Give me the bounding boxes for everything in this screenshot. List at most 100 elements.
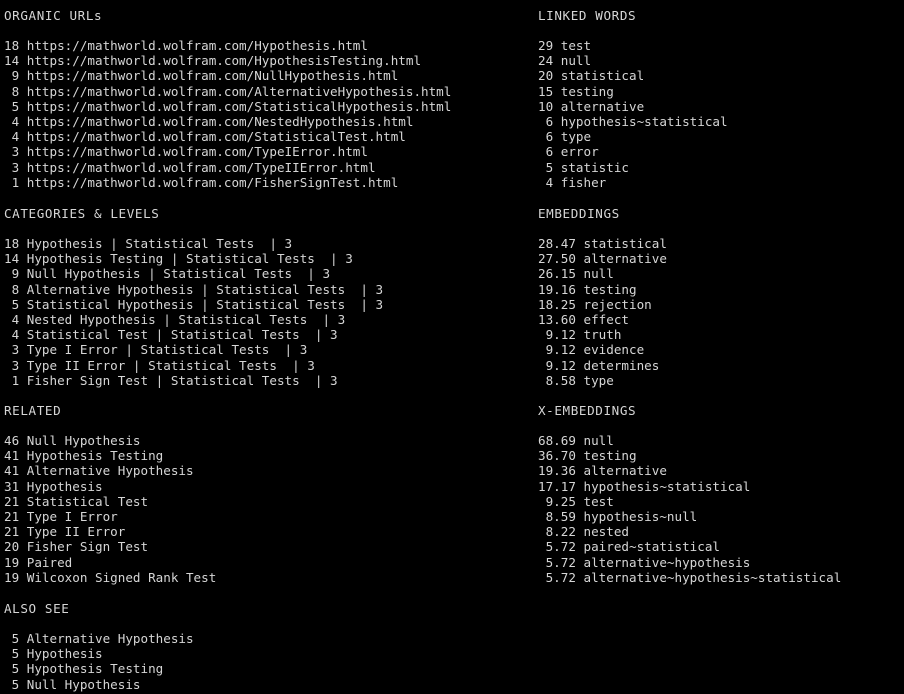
entry-count: 36.70 [538, 448, 576, 464]
entry-count: 5 [4, 661, 20, 677]
entry-count: 4 [4, 327, 20, 343]
list-item: 68.69 null [538, 433, 841, 448]
entry-count: 68.69 [538, 433, 576, 448]
entry-count: 27.50 [538, 251, 576, 267]
entry-label: Type I Error [19, 508, 118, 524]
entry-count: 41 [4, 463, 20, 479]
entry-label: hypothesis~null [575, 508, 698, 524]
list-item: 3 Type I Error | Statistical Tests | 3 [4, 342, 383, 357]
entry-count: 6 [538, 144, 554, 160]
entry-count: 29 [538, 38, 554, 53]
entry-label: testing [553, 83, 614, 99]
list-item: 6 hypothesis~statistical [538, 114, 728, 129]
list-item: 10 alternative [538, 99, 728, 114]
entry-label: https://mathworld.wolfram.com/FisherSign… [19, 174, 399, 190]
entry-label: Alternative Hypothesis [19, 631, 194, 646]
list-item: 27.50 alternative [538, 251, 667, 266]
list-item: 14 https://mathworld.wolfram.com/Hypothe… [4, 53, 451, 68]
entry-count: 5 [538, 159, 554, 175]
entry-label: testing [575, 448, 637, 464]
entry-label: testing [575, 281, 637, 297]
entry-label: https://mathworld.wolfram.com/TypeIError… [19, 144, 368, 160]
entry-label: determines [575, 357, 660, 373]
entry-label: Paired [19, 554, 73, 570]
entry-count: 13.60 [538, 311, 576, 327]
list-item: 18 Hypothesis | Statistical Tests | 3 [4, 236, 383, 251]
entry-count: 21 [4, 508, 20, 524]
list-item: 4 Nested Hypothesis | Statistical Tests … [4, 312, 383, 327]
list-item: 9.25 test [538, 494, 841, 509]
section-title-related: RELATED [4, 403, 62, 418]
embeddings-list: 28.47 statistical 27.50 alternative 26.15 … [538, 236, 667, 388]
entry-count: 5.72 [538, 554, 576, 570]
section-title-also-see: ALSO SEE [4, 601, 70, 616]
entry-label: Hypothesis Testing [19, 661, 164, 677]
entry-label: Hypothesis Testing [19, 448, 164, 464]
entry-count: 21 [4, 493, 20, 509]
list-item: 5 Null Hypothesis [4, 677, 194, 692]
list-item: 5.72 alternative~hypothesis~statistical [538, 570, 842, 585]
entry-count: 8 [4, 281, 20, 297]
entry-count: 3 [4, 342, 20, 358]
list-item: 19.16 testing [538, 282, 667, 297]
list-item: 36.70 testing [538, 448, 841, 463]
entry-count: 5 [4, 676, 20, 692]
entry-label: Alternative Hypothesis | Statistical Tes… [19, 281, 384, 297]
entry-count: 20 [4, 539, 20, 555]
section-related: RELATED 46 Null Hypothesis 41 Hypothesis … [4, 403, 216, 585]
entry-count: 46 [4, 433, 20, 448]
list-item: 8.59 hypothesis~null [538, 509, 841, 524]
list-item: 4 Statistical Test | Statistical Tests |… [4, 327, 383, 342]
entry-count: 15 [538, 83, 554, 99]
entry-label: statistical [553, 68, 645, 84]
entry-count: 8 [4, 83, 20, 99]
list-item: 19.36 alternative [538, 463, 841, 478]
section-title-embeddings: EMBEDDINGS [538, 206, 620, 221]
entry-label: https://mathworld.wolfram.com/TypeIIErro… [19, 159, 376, 175]
entry-count: 4 [4, 311, 20, 327]
entry-label: truth [575, 327, 622, 343]
entry-label: https://mathworld.wolfram.com/Statistica… [19, 129, 406, 145]
section-embeddings: EMBEDDINGS 28.47 statistical 27.50 altern… [538, 206, 667, 388]
entry-label: statistical [575, 236, 667, 251]
list-item: 46 Null Hypothesis [4, 433, 216, 448]
entry-label: null [575, 266, 614, 282]
list-item: 18.25 rejection [538, 297, 667, 312]
list-item: 5 Alternative Hypothesis [4, 631, 194, 646]
entry-count: 14 [4, 251, 20, 267]
entry-label: https://mathworld.wolfram.com/NestedHypo… [19, 113, 414, 129]
list-item: 5 https://mathworld.wolfram.com/Statisti… [4, 98, 452, 114]
entry-label: alternative [575, 251, 667, 267]
entry-label: effect [575, 311, 630, 327]
entry-label: evidence [575, 342, 645, 358]
entry-count: 8.58 [538, 372, 576, 388]
entry-count: 24 [538, 53, 554, 69]
entry-label: https://mathworld.wolfram.com/Hypothesis… [19, 53, 422, 69]
entry-count: 10 [538, 98, 554, 114]
list-item: 8 https://mathworld.wolfram.com/Alternat… [4, 83, 452, 99]
list-item: 41 Hypothesis Testing [4, 448, 216, 463]
list-item: 1 Fisher Sign Test | Statistical Tests |… [4, 373, 383, 388]
linked-words-list: 29 test 24 null 20 statistical 15 testing 10… [538, 38, 728, 190]
entry-label: https://mathworld.wolfram.com/Statistica… [19, 98, 452, 114]
entry-label: Type II Error | Statistical Tests | 3 [19, 357, 315, 373]
entry-label: null [575, 433, 614, 448]
entry-count: 28.47 [538, 236, 576, 251]
list-item: 6 type [538, 129, 728, 144]
entry-label: Hypothesis Testing | Statistical Tests |… [19, 251, 353, 267]
section-also-see: ALSO SEE 5 Alternative Hypothesis 5 Hypo… [4, 601, 194, 692]
entry-label: error [553, 144, 599, 160]
entry-label: alternative [575, 463, 667, 479]
entry-count: 18 [4, 38, 20, 53]
entry-label: paired~statistical [575, 539, 720, 555]
entry-count: 9.25 [538, 493, 576, 509]
list-item: 14 Hypothesis Testing | Statistical Test… [4, 251, 383, 266]
entry-label: fisher [553, 174, 607, 190]
list-item: 5 Hypothesis Testing [4, 661, 194, 676]
entry-label: alternative [553, 98, 645, 114]
categories-levels-list: 18 Hypothesis | Statistical Tests | 3 14 … [4, 236, 383, 388]
list-item: 5 Statistical Hypothesis | Statistical T… [4, 297, 384, 312]
list-item: 21 Type II Error [4, 524, 216, 539]
entry-count: 14 [4, 53, 20, 69]
entry-count: 19.16 [538, 281, 576, 297]
